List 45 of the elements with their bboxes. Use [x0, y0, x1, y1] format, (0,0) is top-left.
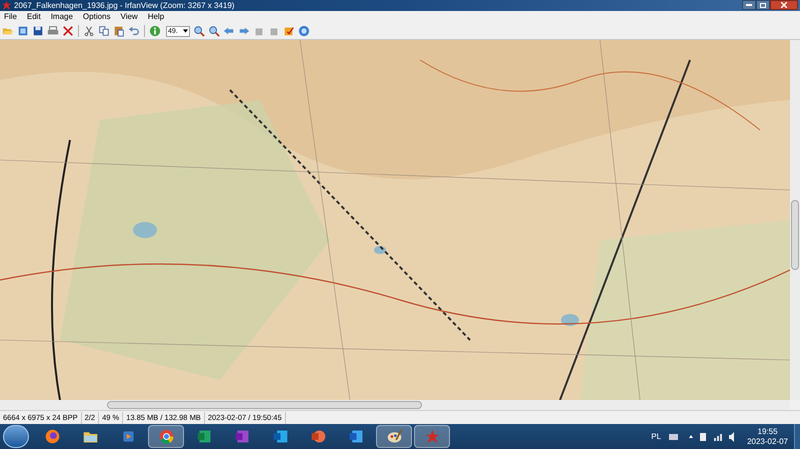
paint-palette-icon [386, 428, 402, 445]
firefox-icon [44, 428, 60, 445]
horizontal-scrollbar[interactable] [0, 400, 790, 410]
app-icon [2, 1, 11, 10]
clock-date: 2023-02-07 [747, 436, 788, 446]
notebook-icon [234, 428, 250, 445]
clock-time: 19:55 [758, 426, 778, 436]
edit-icon[interactable] [283, 25, 295, 37]
menu-item[interactable]: Edit [26, 12, 41, 22]
presentation-icon [310, 428, 326, 445]
print-icon[interactable] [47, 25, 59, 37]
copy-icon[interactable] [98, 25, 110, 37]
vertical-scrollbar[interactable] [790, 40, 800, 400]
right-arrow-icon[interactable] [238, 25, 250, 37]
menu-item[interactable]: Image [50, 12, 73, 22]
window-title: 2067_Falkenhagen_1936.jpg - IrfanView (Zoom: 3267 x 3419) [14, 0, 234, 10]
info-icon[interactable] [149, 25, 161, 37]
film-icon[interactable] [17, 25, 29, 37]
caret-icon [183, 29, 188, 33]
help-icon[interactable] [298, 25, 310, 37]
document-icon [348, 428, 364, 445]
minimize-button[interactable] [742, 0, 756, 10]
scissors-icon[interactable] [83, 25, 95, 37]
close-icon [781, 2, 787, 8]
zoom-in-icon[interactable] [193, 25, 205, 37]
close-button[interactable] [770, 0, 798, 10]
zoom-out-icon[interactable] [208, 25, 220, 37]
menu-item[interactable]: Options [82, 12, 110, 22]
menu-item[interactable]: File [4, 12, 17, 22]
menu-item[interactable]: Help [148, 12, 164, 22]
taskbar-button[interactable] [376, 425, 412, 448]
undo-icon[interactable] [128, 25, 140, 37]
clipboard-icon[interactable] [113, 25, 125, 37]
start-button[interactable] [3, 425, 29, 448]
language-indicator[interactable]: PL [651, 430, 662, 442]
star-icon [424, 428, 440, 445]
save-icon[interactable] [32, 25, 44, 37]
mail-icon [272, 428, 288, 445]
chrome-icon [158, 428, 174, 445]
left-arrow-icon[interactable] [223, 25, 235, 37]
taskbar-button[interactable] [148, 425, 184, 448]
close-icon[interactable] [62, 25, 74, 37]
maximize-button[interactable] [756, 0, 770, 10]
menu-item[interactable]: View [120, 12, 138, 22]
spreadsheet-icon [196, 428, 212, 445]
